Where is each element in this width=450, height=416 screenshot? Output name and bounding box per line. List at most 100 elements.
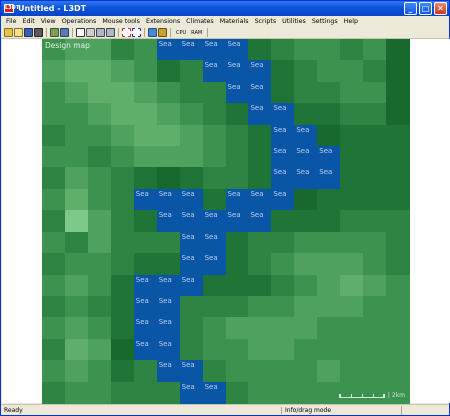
sea-tile: Sea — [271, 188, 295, 211]
land-tile — [294, 39, 318, 61]
land-tile — [42, 231, 66, 254]
land-tile — [248, 274, 272, 297]
land-tile — [363, 274, 387, 297]
sea-tile: Sea — [156, 295, 181, 318]
land-tile — [363, 231, 387, 254]
toolbar-separator — [46, 28, 47, 37]
selection-icon[interactable] — [122, 28, 131, 37]
render-icon[interactable] — [148, 28, 157, 37]
toolbar-separator — [170, 28, 171, 37]
menu-climates[interactable]: Climates — [183, 18, 217, 25]
land-tile — [271, 60, 295, 83]
land-tile — [42, 274, 66, 297]
zoom-icon[interactable] — [86, 28, 95, 37]
fit-view-icon[interactable] — [132, 28, 141, 37]
land-tile — [179, 103, 204, 126]
sea-label: Sea — [250, 104, 264, 113]
open-file-icon[interactable] — [14, 28, 23, 37]
maximize-button[interactable]: □ — [419, 2, 432, 15]
land-tile — [294, 231, 318, 254]
minimize-button[interactable]: _ — [404, 2, 417, 15]
land-tile — [133, 360, 158, 383]
land-tile — [317, 338, 341, 361]
map-grid-icon[interactable] — [96, 28, 105, 37]
pointer-icon[interactable] — [76, 28, 85, 37]
land-tile — [271, 274, 295, 297]
land-tile — [317, 317, 341, 340]
land-tile — [340, 295, 364, 318]
map-scale: | 2km — [338, 392, 405, 399]
land-tile — [225, 253, 250, 276]
land-tile — [386, 39, 410, 61]
close-button[interactable]: ✕ — [434, 2, 447, 15]
land-tile — [156, 124, 181, 147]
land-tile — [294, 317, 318, 340]
menu-settings[interactable]: Settings — [309, 18, 341, 25]
map-view-icon[interactable] — [106, 28, 115, 37]
land-tile — [248, 317, 272, 340]
ram-indicator: RAM — [191, 29, 203, 36]
land-tile — [317, 381, 341, 404]
land-tile — [340, 210, 364, 233]
sea-label: Sea — [250, 211, 264, 220]
land-tile — [179, 60, 204, 83]
menu-materials[interactable]: Materials — [217, 18, 252, 25]
menu-operations[interactable]: Operations — [59, 18, 100, 25]
menu-utilities[interactable]: Utilities — [279, 18, 309, 25]
app-icon[interactable]: L3DT — [4, 4, 19, 13]
menu-view[interactable]: View — [38, 18, 59, 25]
menu-scripts[interactable]: Scripts — [252, 18, 280, 25]
land-tile — [225, 295, 250, 318]
land-tile — [386, 60, 410, 83]
calculate-icon[interactable] — [50, 28, 59, 37]
sea-label: Sea — [181, 211, 195, 220]
land-tile — [340, 338, 364, 361]
land-tile — [110, 253, 135, 276]
sea-tile: Sea — [271, 146, 295, 169]
toolbar-separator — [72, 28, 73, 37]
land-tile — [363, 317, 387, 340]
sea-label: Sea — [158, 189, 172, 198]
land-tile — [133, 231, 158, 254]
menu-help[interactable]: Help — [341, 18, 361, 25]
land-tile — [42, 103, 66, 126]
save-icon[interactable] — [24, 28, 33, 37]
open-folder-icon[interactable] — [4, 28, 13, 37]
sea-label: Sea — [158, 296, 172, 305]
layer-icon[interactable] — [60, 28, 69, 37]
land-tile — [87, 253, 112, 276]
land-tile — [42, 338, 66, 361]
save-all-icon[interactable] — [34, 28, 43, 37]
land-tile — [64, 210, 89, 233]
land-tile — [363, 338, 387, 361]
land-tile — [179, 338, 204, 361]
sea-label: Sea — [204, 254, 218, 263]
land-tile — [271, 253, 295, 276]
sea-label: Sea — [204, 232, 218, 241]
land-tile — [363, 146, 387, 169]
menu-file[interactable]: File — [3, 18, 20, 25]
sea-label: Sea — [181, 254, 195, 263]
map-canvas[interactable]: Sea Sea Sea Sea Sea Sea Sea Sea Sea Sea Sea Sea Sea S… — [2, 39, 450, 404]
land-tile — [202, 274, 227, 297]
land-tile — [87, 124, 112, 147]
sea-tile: Sea — [225, 188, 250, 211]
menu-extensions[interactable]: Extensions — [143, 18, 183, 25]
land-tile — [340, 274, 364, 297]
title-bar[interactable]: L3DT Untitled - L3DT _ □ ✕ — [1, 1, 449, 16]
land-tile — [363, 60, 387, 83]
menu-edit[interactable]: Edit — [20, 18, 38, 25]
sea-label: Sea — [319, 168, 333, 177]
land-tile — [294, 338, 318, 361]
land-tile — [271, 39, 295, 61]
sea-tile: Sea — [225, 39, 250, 61]
sea-tile: Sea — [225, 60, 250, 83]
land-tile — [340, 39, 364, 61]
menu-mouse-tools[interactable]: Mouse tools — [99, 18, 143, 25]
design-map[interactable]: Sea Sea Sea Sea Sea Sea Sea Sea Sea Sea Sea Sea Sea S… — [42, 39, 410, 404]
sea-label: Sea — [227, 40, 241, 48]
land-tile — [64, 295, 89, 318]
land-tile — [42, 60, 66, 83]
sea-label: Sea — [158, 211, 172, 220]
tools-icon[interactable] — [158, 28, 167, 37]
